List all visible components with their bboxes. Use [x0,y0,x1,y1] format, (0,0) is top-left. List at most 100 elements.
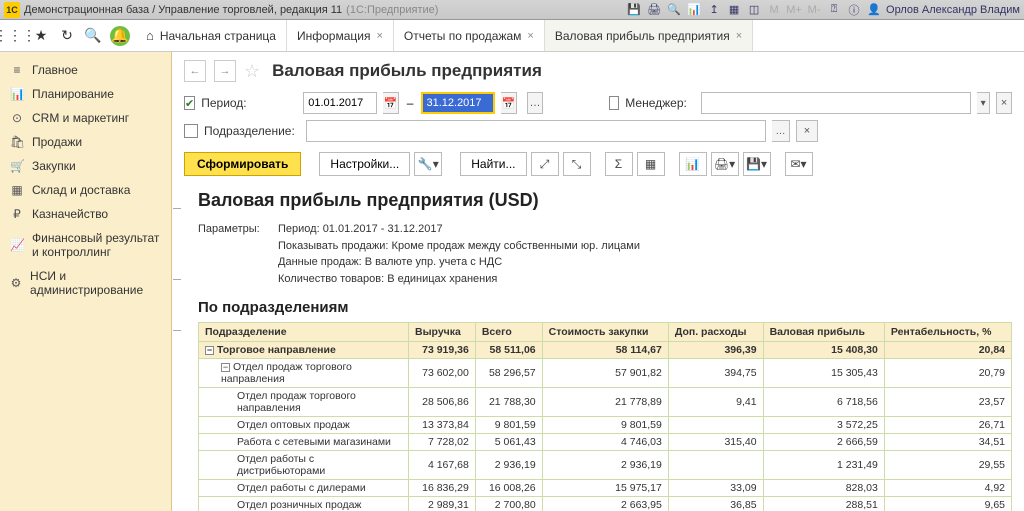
user-name[interactable]: Орлов Александр Владим [886,4,1020,16]
table-icon-button[interactable]: ▦ [637,152,665,176]
upload-icon[interactable]: ↥ [706,2,722,18]
col-margin: Рентабельность, % [884,323,1011,342]
info-icon[interactable]: ⓘ [846,2,862,18]
page-content: ← → ☆ Валовая прибыль предприятия ✔ Пери… [172,52,1024,511]
print-icon-button[interactable]: 🖨▾ [711,152,739,176]
tab-reports[interactable]: Отчеты по продажам × [394,20,545,51]
main-toolbar: ⋮⋮⋮ ★ ↻ 🔍 🔔 ⌂Начальная страница Информац… [0,20,1024,52]
col-dept: Подразделение [199,323,409,342]
dept-dropdown-button[interactable]: … [772,120,790,142]
table-row[interactable]: −Торговое направление73 919,3658 511,065… [199,342,1012,359]
dept-checkbox[interactable] [184,124,198,138]
find-button[interactable]: Найти... [460,152,526,176]
close-icon[interactable]: × [527,30,533,42]
param-currency: Данные продаж: В валюте упр. учета с НДС [278,254,640,271]
sidebar-item[interactable]: 🛍Продажи [0,130,171,154]
cell-value: 315,40 [668,434,763,451]
apps-icon[interactable]: ⋮⋮⋮ [6,27,24,45]
cell-value [668,417,763,434]
period-checkbox[interactable]: ✔ [184,96,195,110]
table-row[interactable]: Отдел розничных продаж2 989,312 700,802 … [199,497,1012,511]
sidebar-icon: ▦ [10,183,24,197]
cell-name: Отдел продаж торгового направления [199,388,409,417]
print-icon[interactable]: 🖨 [646,2,662,18]
cell-value: 36,85 [668,497,763,511]
save-icon-button[interactable]: 💾▾ [743,152,771,176]
manager-checkbox[interactable] [609,96,619,110]
calc-icon[interactable]: 📊 [686,2,702,18]
m-minus-icon[interactable]: M- [806,2,822,18]
tree-toggle[interactable]: − [205,346,214,355]
param-period: Период: 01.01.2017 - 31.12.2017 [278,221,640,238]
search-icon[interactable]: 🔍 [666,2,682,18]
calendar-icon[interactable]: ▦ [726,2,742,18]
settings-button[interactable]: Настройки... [319,152,410,176]
help-icon[interactable]: ⍰ [826,2,842,18]
date-to-input[interactable] [421,92,495,114]
filter-icon-button[interactable]: 🔧▾ [414,152,442,176]
table-row[interactable]: −Отдел продаж торгового направления73 60… [199,359,1012,388]
favorite-star-icon[interactable]: ☆ [244,61,260,82]
cell-value: 23,57 [884,388,1011,417]
report-area: Валовая прибыль предприятия (USD) Параме… [172,184,1024,511]
cell-value: 20,79 [884,359,1011,388]
search-nav-icon[interactable]: 🔍 [84,27,102,45]
save-icon[interactable]: 💾 [626,2,642,18]
dept-input[interactable] [306,120,766,142]
user-icon[interactable]: 👤 [866,2,882,18]
period-select-button[interactable]: … [527,92,543,114]
nav-back-button[interactable]: ← [184,60,206,82]
tab-info[interactable]: Информация × [287,20,394,51]
table-row[interactable]: Работа с сетевыми магазинами7 728,025 06… [199,434,1012,451]
dept-clear-button[interactable]: × [796,120,818,142]
history-icon[interactable]: ↻ [58,27,76,45]
sidebar-item[interactable]: ⊙CRM и маркетинг [0,106,171,130]
cell-value: 7 728,02 [409,434,476,451]
grid-icon[interactable]: ◫ [746,2,762,18]
close-icon[interactable]: × [736,30,742,42]
manager-clear-button[interactable]: × [996,92,1012,114]
tree-toggle[interactable]: − [221,363,230,372]
cell-value: 2 936,19 [542,451,668,480]
cell-value: 21 778,89 [542,388,668,417]
sidebar-item[interactable]: ≡Главное [0,58,171,82]
sidebar-item[interactable]: ₽Казначейство [0,202,171,226]
mail-icon-button[interactable]: ✉▾ [785,152,813,176]
table-row[interactable]: Отдел работы с дилерами16 836,2916 008,2… [199,480,1012,497]
sidebar-item[interactable]: ⚙НСИ и администрирование [0,264,171,302]
table-row[interactable]: Отдел продаж торгового направления28 506… [199,388,1012,417]
sidebar-icon: 📊 [10,87,24,101]
sidebar-item[interactable]: ▦Склад и доставка [0,178,171,202]
report-title: Валовая прибыль предприятия (USD) [198,190,1012,211]
sidebar-icon: 🛒 [10,159,24,173]
expand-icon-button[interactable]: ⤢ [531,152,559,176]
sidebar-item[interactable]: 🛒Закупки [0,154,171,178]
date-to-cal-button[interactable]: 📅 [501,92,517,114]
cell-value: 2 666,59 [763,434,884,451]
date-from-cal-button[interactable]: 📅 [383,92,399,114]
table-row[interactable]: Отдел оптовых продаж13 373,849 801,599 8… [199,417,1012,434]
close-icon[interactable]: × [376,30,382,42]
sidebar-item[interactable]: 📊Планирование [0,82,171,106]
collapse-icon-button[interactable]: ⤡ [563,152,591,176]
tab-gross-profit[interactable]: Валовая прибыль предприятия× [545,20,753,51]
manager-dropdown-button[interactable]: ▾ [977,92,990,114]
sum-icon-button[interactable]: Σ [605,152,633,176]
cell-value: 13 373,84 [409,417,476,434]
date-from-input[interactable] [303,92,377,114]
manager-input[interactable] [701,92,971,114]
generate-button[interactable]: Сформировать [184,152,301,176]
chart-icon-button[interactable]: 📊 [679,152,707,176]
tab-info-label: Информация [297,29,370,43]
cell-name: Отдел оптовых продаж [199,417,409,434]
star-icon[interactable]: ★ [32,27,50,45]
tab-home[interactable]: ⌂Начальная страница [136,20,287,51]
m-icon[interactable]: M [766,2,782,18]
nav-fwd-button[interactable]: → [214,60,236,82]
m-plus-icon[interactable]: M+ [786,2,802,18]
tab-reports-label: Отчеты по продажам [404,29,522,43]
sidebar-item[interactable]: 📈Финансовый результат и контроллинг [0,226,171,264]
table-row[interactable]: Отдел работы с дистрибьюторами4 167,682 … [199,451,1012,480]
cell-value: 28 506,86 [409,388,476,417]
bell-icon[interactable]: 🔔 [110,26,130,46]
